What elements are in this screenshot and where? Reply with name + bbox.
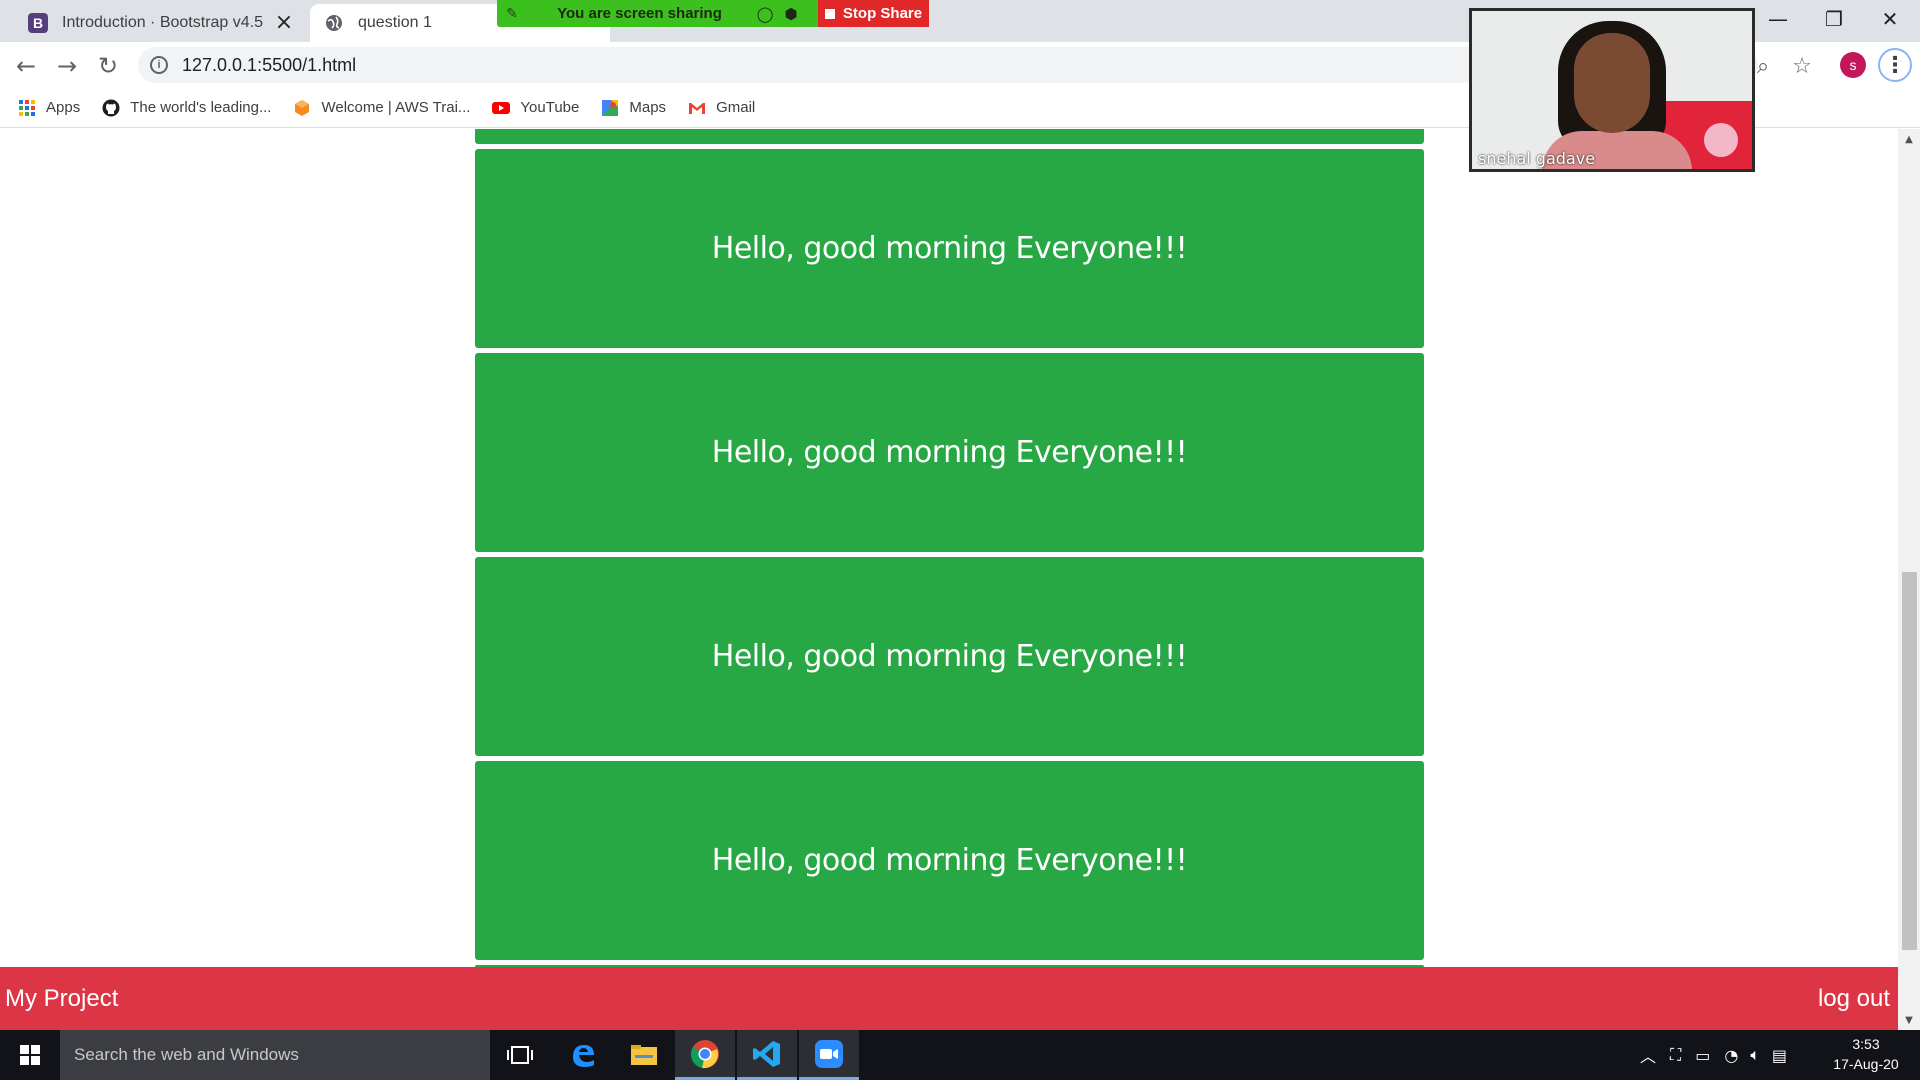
page-viewport[interactable]: Hello, good morning Everyone!!! Hello, g… <box>0 129 1920 1030</box>
participant-image <box>1574 33 1650 133</box>
zoom-app-icon[interactable] <box>799 1030 859 1080</box>
bookmark-label: Welcome | AWS Trai... <box>321 99 471 116</box>
start-button[interactable] <box>0 1030 60 1080</box>
forward-arrow-icon[interactable]: → <box>51 50 83 82</box>
bookmark-label: YouTube <box>520 99 580 116</box>
stop-icon <box>824 8 835 19</box>
taskbar-search[interactable]: Search the web and Windows <box>60 1030 490 1080</box>
scroll-down-arrow-icon[interactable]: ▼ <box>1898 1010 1920 1030</box>
scroll-up-arrow-icon[interactable]: ▲ <box>1898 129 1920 149</box>
tab-title: Introduction · Bootstrap v4.5 <box>62 14 263 31</box>
system-tray: ︿ ⛶ ▭ ◔ 🔈︎ ▤ <box>1640 1030 1787 1080</box>
logout-link[interactable]: log out <box>1818 985 1890 1013</box>
brand-link[interactable]: My Project <box>5 985 118 1013</box>
bookmark-gmail[interactable]: Gmail <box>688 99 755 117</box>
greeting-text: Hello, good morning Everyone!!! <box>711 435 1188 470</box>
reload-icon[interactable]: ↻ <box>92 50 124 82</box>
bootstrap-icon: B <box>28 13 48 33</box>
video-background-decor <box>1704 123 1738 157</box>
action-center-icon[interactable]: ▤ <box>1772 1046 1787 1065</box>
bookmark-apps[interactable]: Apps <box>18 99 80 117</box>
windows-logo-icon <box>20 1045 40 1065</box>
github-icon <box>102 99 120 116</box>
taskbar-clock[interactable]: 3:53 17-Aug-20 <box>1818 1034 1914 1074</box>
pencil-icon[interactable]: ✎ <box>497 6 527 22</box>
browser-menu-icon[interactable]: ⋮ <box>1878 48 1912 82</box>
bookmark-label: Maps <box>629 99 667 116</box>
greeting-card: Hello, good morning Everyone!!! <box>475 149 1424 348</box>
clock-time: 3:53 <box>1852 1036 1880 1052</box>
bookmark-label: The world's leading... <box>130 99 272 116</box>
pause-share-icon[interactable]: ◯ <box>752 5 778 23</box>
restore-button[interactable]: ❐ <box>1806 0 1862 38</box>
back-arrow-icon[interactable]: ← <box>10 50 42 82</box>
vscode-icon[interactable] <box>737 1030 797 1080</box>
greeting-card: Hello, good morning Everyone!!! <box>475 761 1424 960</box>
scroll-thumb[interactable] <box>1902 572 1917 950</box>
vertical-scrollbar[interactable]: ▲ ▼ <box>1898 129 1920 1030</box>
maps-icon <box>602 99 619 116</box>
greeting-card: Hello, good morning Everyone!!! <box>475 557 1424 756</box>
bookmark-maps[interactable]: Maps <box>601 99 666 117</box>
shield-icon[interactable]: ⬢ <box>778 5 804 23</box>
minimize-button[interactable]: — <box>1750 0 1806 38</box>
close-icon[interactable]: × <box>274 12 294 34</box>
greeting-text: Hello, good morning Everyone!!! <box>711 231 1188 266</box>
bookmark-label: Apps <box>46 99 81 116</box>
apps-grid-icon <box>19 99 35 116</box>
bookmark-label: Gmail <box>716 99 756 116</box>
stop-share-label: Stop Share <box>842 5 923 22</box>
url-text[interactable]: 127.0.0.1:5500/1.html <box>182 55 356 76</box>
card-partial <box>475 129 1424 144</box>
profile-avatar[interactable]: s <box>1840 52 1866 78</box>
battery-icon[interactable]: ▭ <box>1695 1046 1710 1065</box>
show-hidden-icons-chevron-icon[interactable]: ︿ <box>1640 1043 1656 1067</box>
greeting-text: Hello, good morning Everyone!!! <box>711 843 1188 878</box>
youtube-icon <box>492 101 511 114</box>
participant-video[interactable]: snehal gadave <box>1469 8 1755 172</box>
wifi-icon[interactable]: ◔ <box>1724 1046 1738 1065</box>
bookmark-aws[interactable]: Welcome | AWS Trai... <box>293 99 470 117</box>
screen-share-status: You are screen sharing <box>557 5 722 22</box>
volume-icon[interactable]: 🔈︎ <box>1750 1045 1760 1065</box>
windows-taskbar: Search the web and Windows ︿ ⛶ ▭ ◔ 🔈︎ ▤ … <box>0 1030 1920 1080</box>
stop-share-button[interactable]: Stop Share <box>818 0 929 27</box>
aws-icon <box>295 99 310 116</box>
clock-date: 17-Aug-20 <box>1833 1056 1899 1072</box>
edge-icon[interactable] <box>553 1030 613 1080</box>
info-icon[interactable]: i <box>150 56 168 74</box>
bookmark-star-icon[interactable]: ☆ <box>1787 51 1817 81</box>
bookmark-youtube[interactable]: YouTube <box>492 99 579 117</box>
chrome-icon[interactable] <box>675 1030 735 1080</box>
gmail-icon <box>689 102 706 114</box>
greeting-text: Hello, good morning Everyone!!! <box>711 639 1188 674</box>
fixed-footer-navbar: My Project log out <box>0 967 1898 1030</box>
bookmark-github[interactable]: The world's leading... <box>102 99 271 117</box>
tab-bootstrap[interactable]: B Introduction · Bootstrap v4.5 × <box>14 4 308 42</box>
file-explorer-icon[interactable] <box>614 1030 674 1080</box>
greeting-card: Hello, good morning Everyone!!! <box>475 353 1424 552</box>
participant-name: snehal gadave <box>1478 149 1596 168</box>
close-window-button[interactable]: ✕ <box>1862 0 1918 38</box>
task-view-icon[interactable] <box>490 1030 550 1080</box>
globe-icon <box>326 15 342 31</box>
dropbox-icon[interactable]: ⛶ <box>1670 1045 1681 1065</box>
